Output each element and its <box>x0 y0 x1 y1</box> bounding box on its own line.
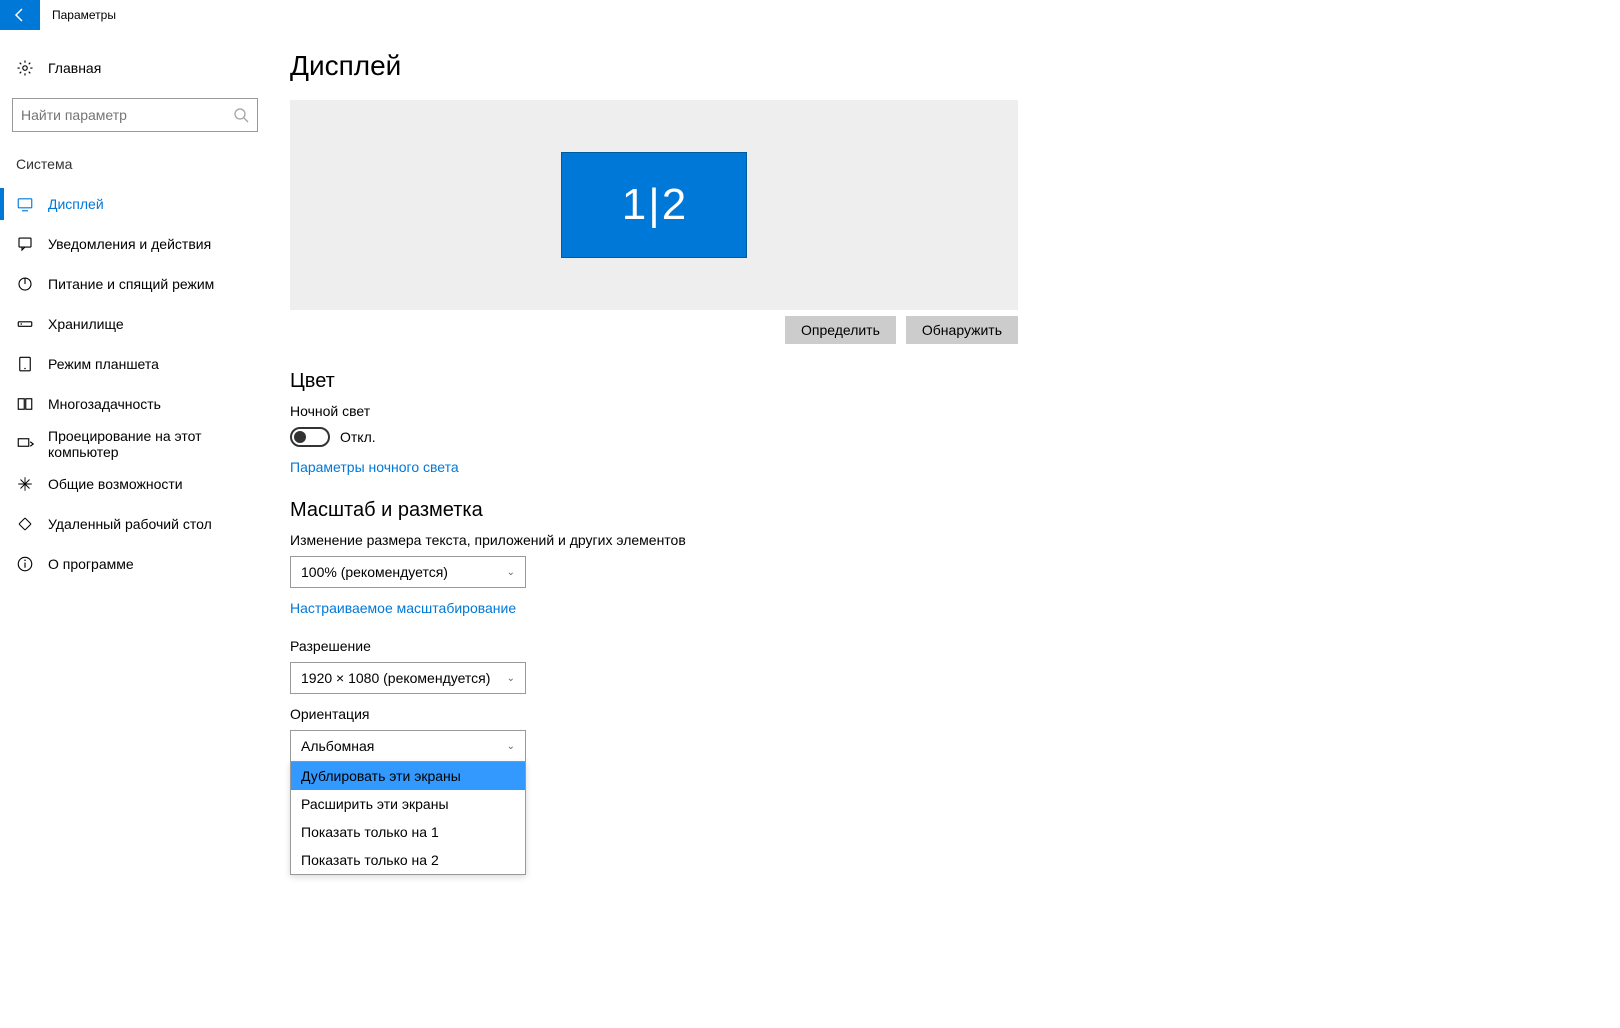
multi-display-option[interactable]: Показать только на 1 <box>291 818 525 846</box>
orientation-dropdown[interactable]: Альбомная ⌄ <box>290 730 526 762</box>
night-light-toggle[interactable] <box>290 427 330 447</box>
monitor-icon <box>16 195 34 213</box>
night-light-label: Ночной свет <box>290 403 1580 419</box>
home-gear-icon <box>16 59 34 77</box>
scale-dropdown-value: 100% (рекомендуется) <box>301 564 448 580</box>
window-title: Параметры <box>52 8 116 22</box>
remote-desktop-icon <box>16 515 34 533</box>
identify-button[interactable]: Определить <box>785 316 896 344</box>
night-light-settings-link[interactable]: Параметры ночного света <box>290 459 459 475</box>
detect-button[interactable]: Обнаружить <box>906 316 1018 344</box>
page-title: Дисплей <box>290 50 1580 82</box>
shared-icon <box>16 475 34 493</box>
sidebar-item-display[interactable]: Дисплей <box>0 184 270 224</box>
multi-display-option[interactable]: Дублировать эти экраны <box>291 762 525 790</box>
sidebar-item-label: О программе <box>48 556 134 572</box>
scale-label: Изменение размера текста, приложений и д… <box>290 532 1580 548</box>
monitor-thumbnail[interactable]: 1|2 <box>561 152 747 258</box>
tablet-icon <box>16 355 34 373</box>
notification-icon <box>16 235 34 253</box>
main-content: Дисплей 1|2 Определить Обнаружить Цвет Н… <box>270 30 1620 1028</box>
sidebar-item-storage[interactable]: Хранилище <box>0 304 270 344</box>
chevron-down-icon: ⌄ <box>507 673 515 684</box>
sidebar-section-label: Система <box>0 150 270 178</box>
color-heading: Цвет <box>290 370 1580 393</box>
sidebar-item-tablet[interactable]: Режим планшета <box>0 344 270 384</box>
sidebar-item-remote[interactable]: Удаленный рабочий стол <box>0 504 270 544</box>
multi-display-option[interactable]: Расширить эти экраны <box>291 790 525 818</box>
sidebar-home[interactable]: Главная <box>0 48 270 88</box>
arrow-left-icon <box>12 7 28 23</box>
display-preview-area[interactable]: 1|2 <box>290 100 1018 310</box>
sidebar-item-label: Уведомления и действия <box>48 236 211 252</box>
sidebar: Главная Система Дисплей Уведомления и де… <box>0 30 270 1028</box>
power-icon <box>16 275 34 293</box>
search-box[interactable] <box>12 98 258 132</box>
resolution-dropdown[interactable]: 1920 × 1080 (рекомендуется) ⌄ <box>290 662 526 694</box>
sidebar-item-multitasking[interactable]: Многозадачность <box>0 384 270 424</box>
projecting-icon <box>16 435 34 453</box>
sidebar-item-about[interactable]: О программе <box>0 544 270 584</box>
sidebar-item-label: Проецирование на этот компьютер <box>48 428 254 460</box>
search-icon <box>233 107 249 123</box>
custom-scaling-link[interactable]: Настраиваемое масштабирование <box>290 600 516 616</box>
chevron-down-icon: ⌄ <box>507 741 515 752</box>
resolution-dropdown-value: 1920 × 1080 (рекомендуется) <box>301 670 490 686</box>
sidebar-item-label: Многозадачность <box>48 396 161 412</box>
chevron-down-icon: ⌄ <box>507 567 515 578</box>
back-button[interactable] <box>0 0 40 30</box>
sidebar-item-label: Дисплей <box>48 196 104 212</box>
sidebar-home-label: Главная <box>48 60 101 76</box>
sidebar-item-power[interactable]: Питание и спящий режим <box>0 264 270 304</box>
monitor-label: 1|2 <box>622 180 686 230</box>
sidebar-item-label: Режим планшета <box>48 356 159 372</box>
titlebar: Параметры <box>0 0 1620 30</box>
search-input[interactable] <box>21 107 233 123</box>
scale-heading: Масштаб и разметка <box>290 499 1580 522</box>
info-icon <box>16 555 34 573</box>
toggle-state-label: Откл. <box>340 429 376 445</box>
multi-display-dropdown-list: Дублировать эти экраны Расширить эти экр… <box>290 762 526 875</box>
resolution-label: Разрешение <box>290 638 1580 654</box>
sidebar-item-label: Хранилище <box>48 316 124 332</box>
sidebar-item-label: Общие возможности <box>48 476 183 492</box>
sidebar-item-notifications[interactable]: Уведомления и действия <box>0 224 270 264</box>
multi-display-option[interactable]: Показать только на 2 <box>291 846 525 874</box>
sidebar-item-projecting[interactable]: Проецирование на этот компьютер <box>0 424 270 464</box>
multitasking-icon <box>16 395 34 413</box>
sidebar-item-label: Питание и спящий режим <box>48 276 214 292</box>
sidebar-item-shared[interactable]: Общие возможности <box>0 464 270 504</box>
orientation-dropdown-value: Альбомная <box>301 738 374 754</box>
sidebar-item-label: Удаленный рабочий стол <box>48 516 212 532</box>
scale-dropdown[interactable]: 100% (рекомендуется) ⌄ <box>290 556 526 588</box>
orientation-label: Ориентация <box>290 706 1580 722</box>
storage-icon <box>16 315 34 333</box>
